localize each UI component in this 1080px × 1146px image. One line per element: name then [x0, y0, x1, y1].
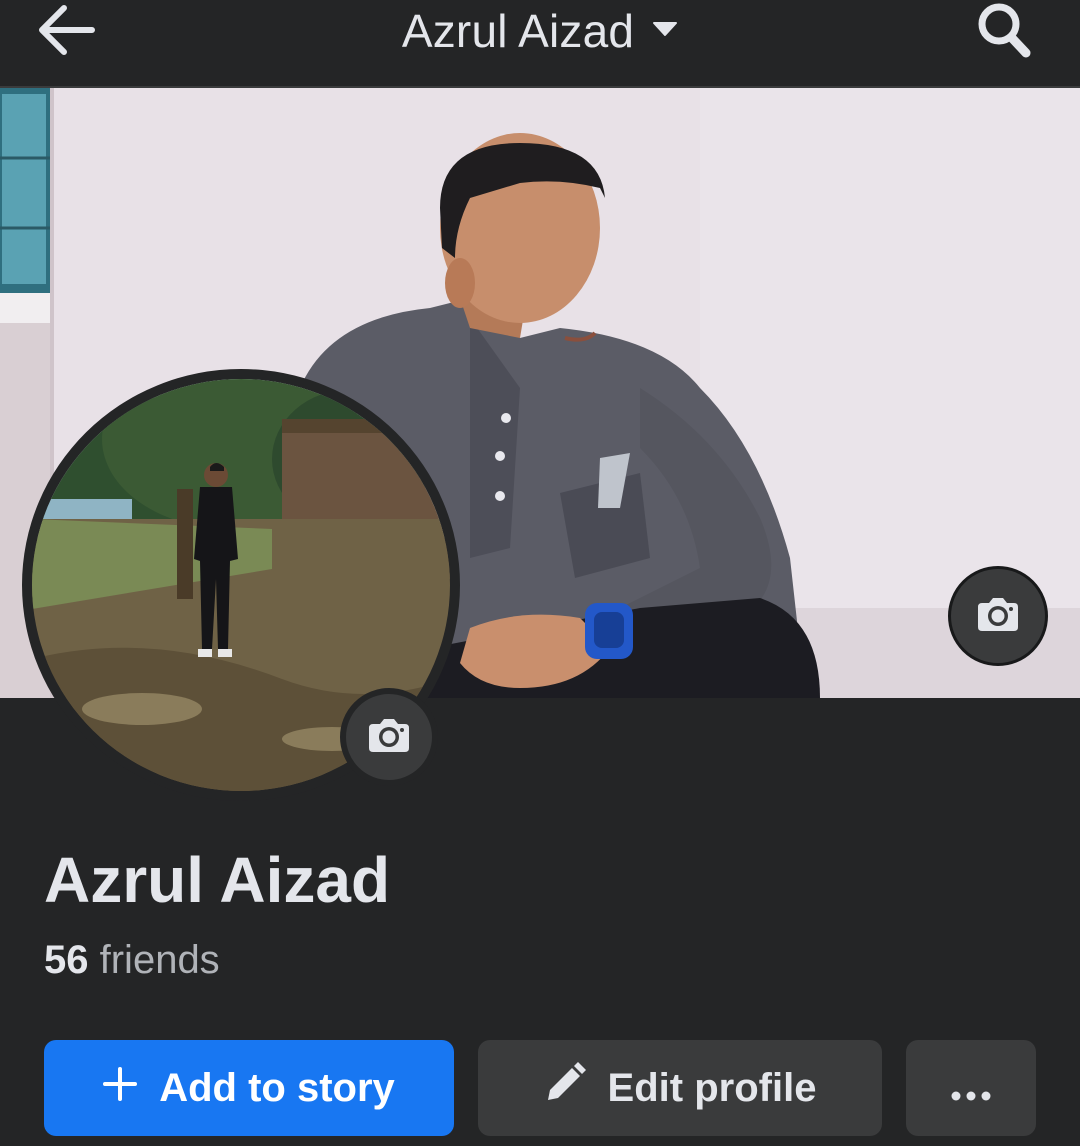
top-bar: Azrul Aizad: [0, 0, 1080, 88]
add-to-story-label: Add to story: [159, 1065, 395, 1110]
camera-icon: [976, 595, 1020, 638]
more-dots-icon: [951, 1066, 991, 1111]
profile-name: Azrul Aizad: [44, 844, 391, 916]
search-icon: [976, 1, 1032, 64]
cover-camera-button[interactable]: [948, 566, 1048, 666]
more-options-button[interactable]: [906, 1040, 1036, 1136]
search-button[interactable]: [972, 2, 1036, 62]
friends-count-number: 56: [44, 938, 89, 982]
caret-down-icon: [652, 21, 678, 42]
edit-profile-button[interactable]: Edit profile: [478, 1040, 882, 1136]
friends-label: friends: [99, 938, 220, 982]
camera-icon: [367, 716, 411, 759]
profile-picture-camera-button[interactable]: [340, 688, 438, 786]
add-to-story-button[interactable]: Add to story: [44, 1040, 454, 1136]
plus-icon: [103, 1066, 138, 1111]
pencil-icon: [544, 1062, 586, 1114]
friends-count[interactable]: 56 friends: [44, 936, 220, 984]
profile-switcher[interactable]: Azrul Aizad: [0, 0, 1080, 62]
edit-profile-label: Edit profile: [607, 1065, 817, 1110]
header-title: Azrul Aizad: [401, 5, 635, 57]
